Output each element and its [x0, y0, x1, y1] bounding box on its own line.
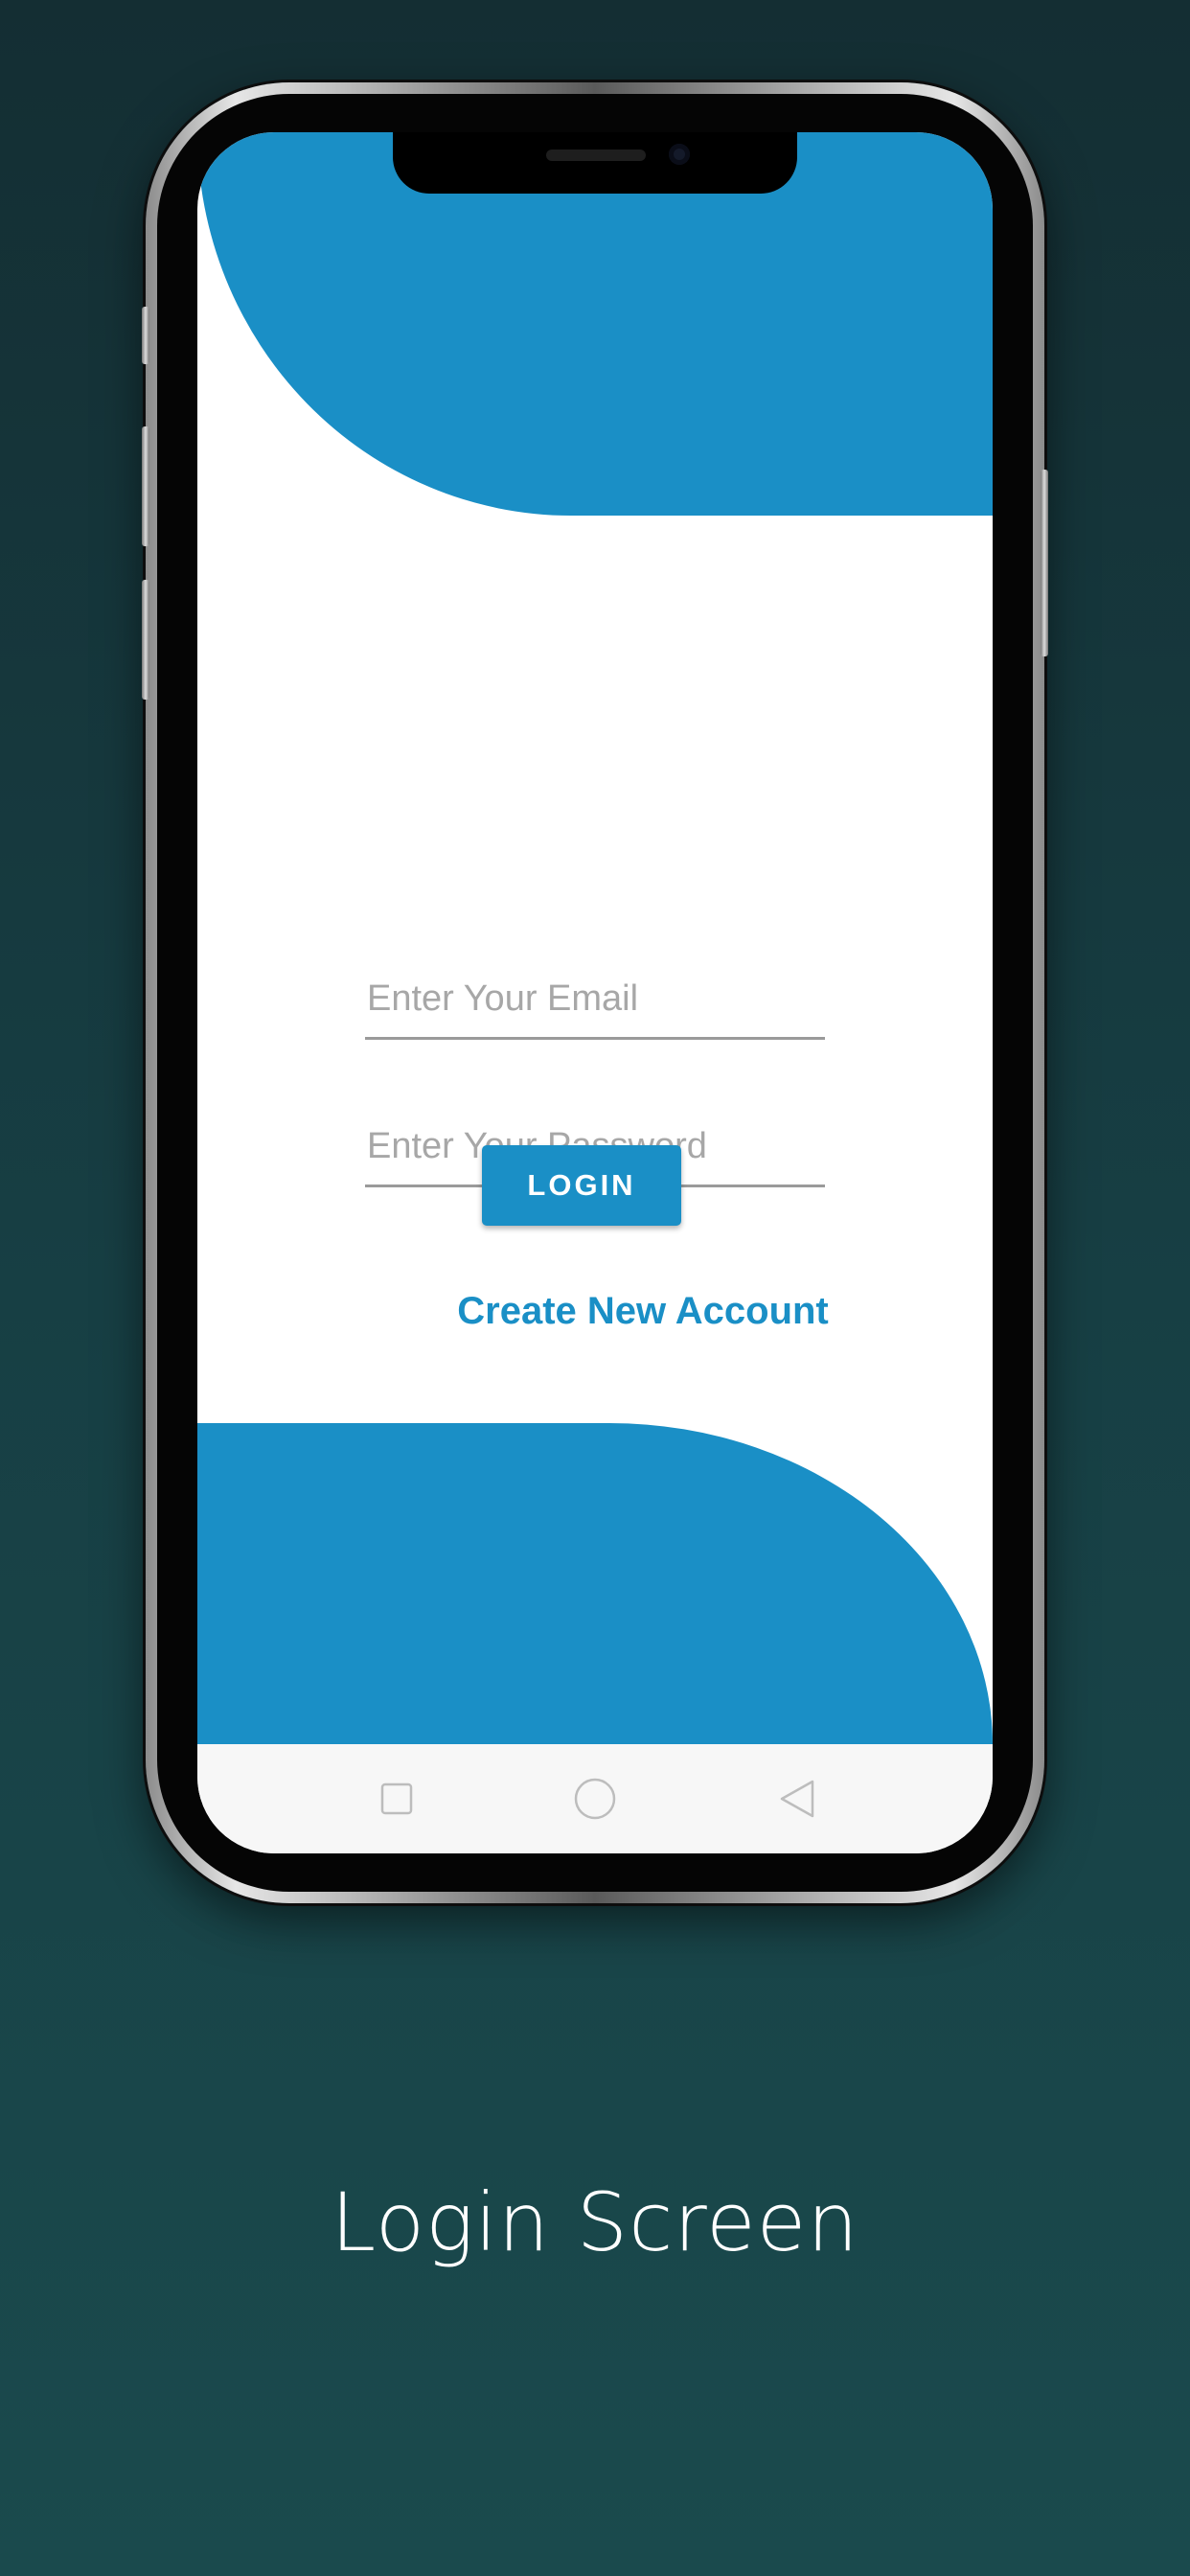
home-button[interactable]	[538, 1744, 652, 1853]
mute-switch	[142, 307, 149, 364]
front-camera	[669, 144, 690, 165]
email-field[interactable]	[365, 968, 825, 1040]
phone-screen: LOGIN Create New Account	[197, 132, 993, 1853]
circle-icon	[574, 1778, 616, 1820]
create-account-link[interactable]: Create New Account	[442, 1282, 844, 1340]
phone-notch	[393, 132, 797, 194]
triangle-back-icon	[780, 1780, 814, 1818]
power-button	[1041, 470, 1048, 656]
volume-down-button	[142, 580, 149, 700]
android-nav-bar	[197, 1744, 993, 1853]
volume-up-button	[142, 426, 149, 546]
login-button[interactable]: LOGIN	[482, 1145, 681, 1226]
square-icon	[380, 1782, 413, 1815]
recents-button[interactable]	[339, 1744, 454, 1853]
screen-caption: Login Screen	[331, 2175, 859, 2269]
speaker-grille	[546, 150, 646, 161]
bottom-decorative-shape	[197, 1423, 993, 1744]
back-button[interactable]	[740, 1744, 855, 1853]
